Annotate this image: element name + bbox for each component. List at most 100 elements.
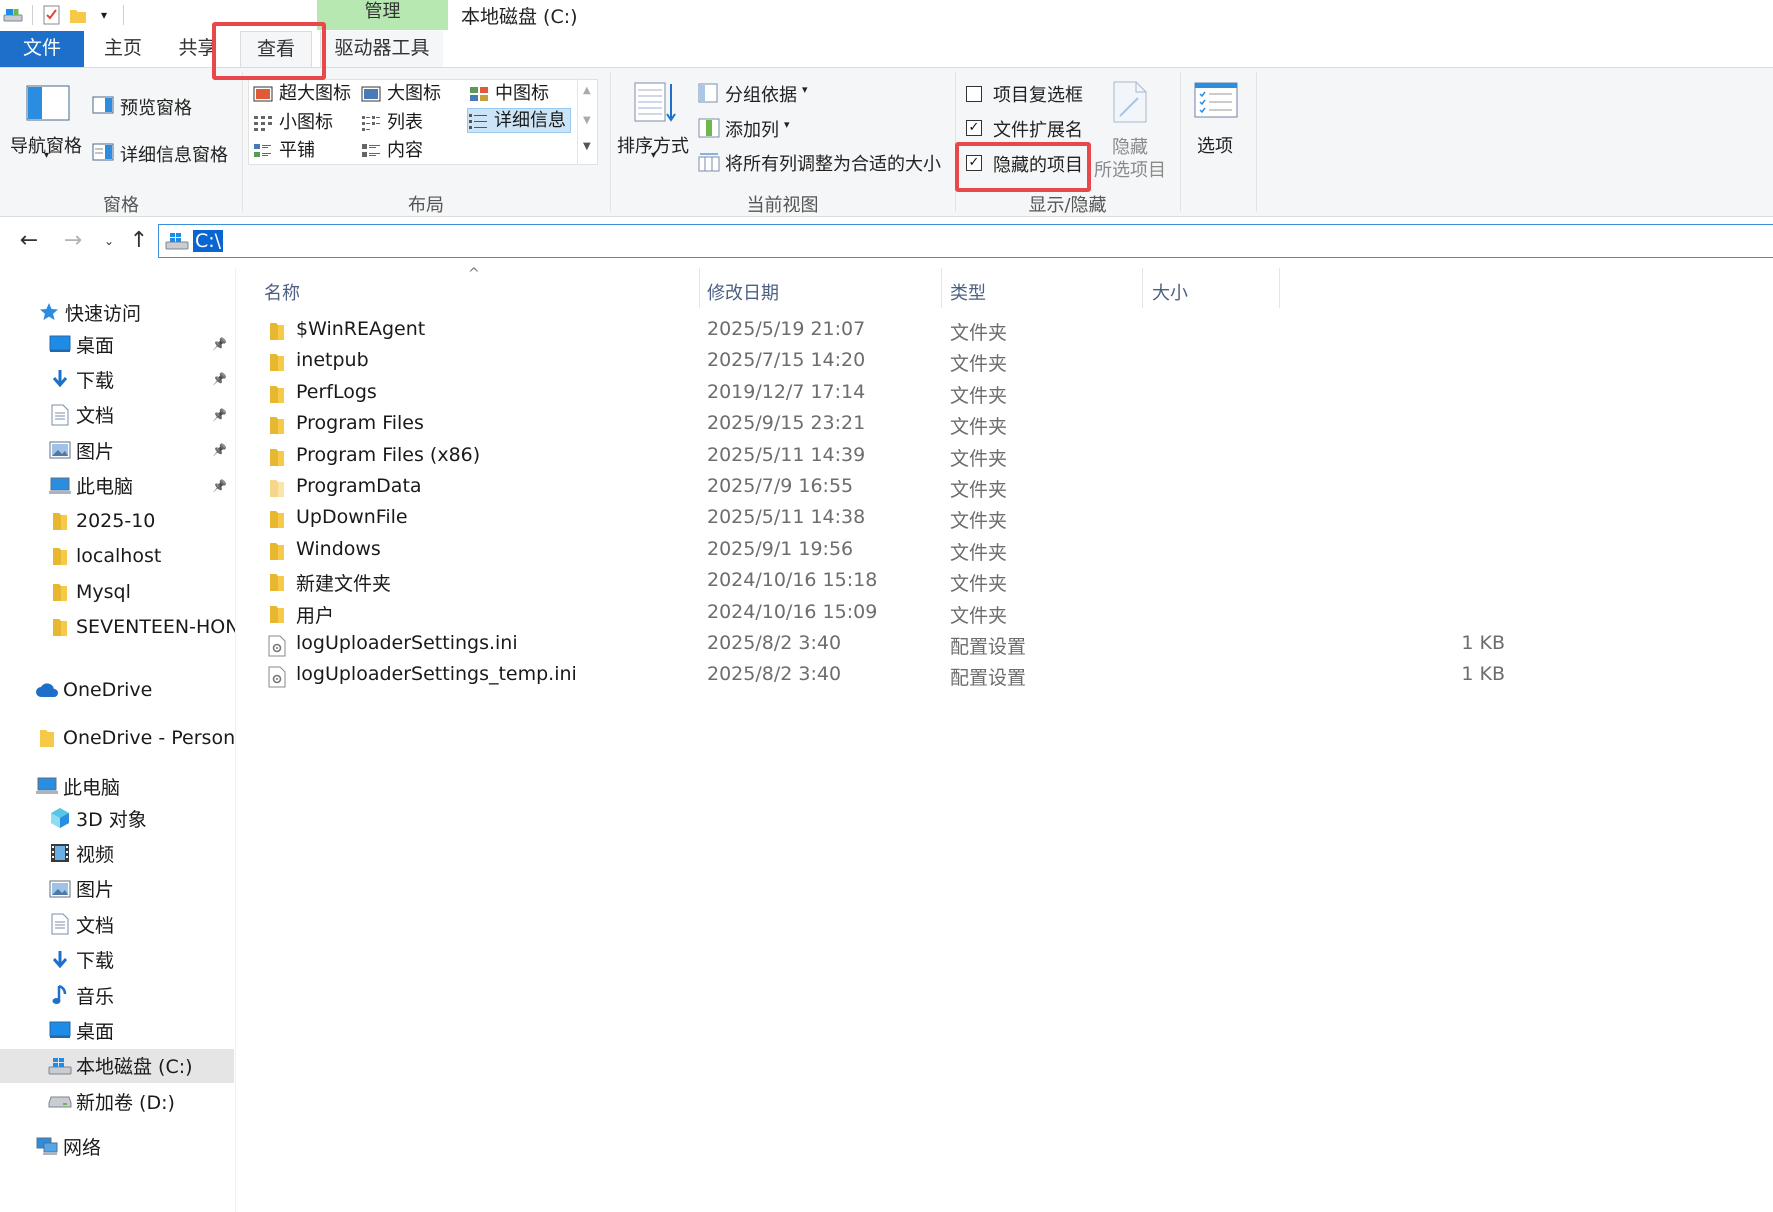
file-row[interactable]: Program Files (x86) 2025/5/11 14:39 文件夹 bbox=[240, 441, 1540, 473]
file-row[interactable]: ProgramData 2025/7/9 16:55 文件夹 bbox=[240, 472, 1540, 504]
file-modified-cell: 2024/10/16 15:18 bbox=[707, 569, 878, 592]
sidebar-item-onedrive-personal[interactable]: OneDrive - Personal bbox=[0, 721, 235, 755]
file-row[interactable]: Windows 2025/9/1 19:56 文件夹 bbox=[240, 535, 1540, 567]
layout-medium-icons[interactable]: 中图标 bbox=[469, 81, 549, 106]
customize-toolbar-icon[interactable]: ▾ bbox=[91, 2, 117, 28]
pin-icon[interactable]: 📌 bbox=[212, 408, 227, 422]
layout-large-icons[interactable]: 大图标 bbox=[361, 81, 441, 106]
column-header-type[interactable]: 类型 bbox=[950, 268, 1140, 308]
sidebar-item[interactable]: 此电脑 📌 bbox=[0, 469, 234, 503]
sort-by-icon[interactable] bbox=[633, 80, 677, 128]
file-row[interactable]: logUploaderSettings.ini 2025/8/2 3:40 配置设置… bbox=[240, 629, 1540, 661]
options-button[interactable]: 选项 bbox=[1197, 132, 1233, 158]
size-all-columns-button[interactable]: 将所有列调整为合适的大小 bbox=[725, 150, 941, 176]
file-name-cell: Windows bbox=[296, 537, 381, 560]
sidebar-item-onedrive[interactable]: OneDrive bbox=[0, 673, 234, 707]
file-row[interactable]: Program Files 2025/9/15 23:21 文件夹 bbox=[240, 409, 1540, 441]
sidebar-item[interactable]: 桌面 📌 bbox=[0, 327, 234, 361]
hide-selected-items-icon[interactable] bbox=[1112, 80, 1148, 128]
column-separator[interactable] bbox=[1142, 268, 1143, 308]
address-path[interactable]: C:\ bbox=[193, 230, 224, 252]
file-extensions-checkbox[interactable]: ✓ bbox=[966, 120, 982, 136]
file-row[interactable]: $WinREAgent 2025/5/19 21:07 文件夹 bbox=[240, 315, 1540, 347]
sidebar-item[interactable]: 下载 📌 bbox=[0, 362, 234, 396]
group-by-button[interactable]: 分组依据 bbox=[725, 81, 797, 107]
sidebar-item[interactable]: 文档 📌 bbox=[0, 398, 234, 432]
folder-icon bbox=[268, 541, 286, 561]
hide-selected-items-line2[interactable]: 所选项目 bbox=[1094, 156, 1166, 182]
sidebar-item[interactable]: localhost bbox=[0, 539, 234, 573]
pin-icon[interactable]: 📌 bbox=[212, 479, 227, 493]
layout-details[interactable]: 详细信息 bbox=[467, 108, 571, 133]
sidebar-item[interactable]: 图片 📌 bbox=[0, 433, 234, 467]
item-check-boxes-label[interactable]: 项目复选框 bbox=[993, 81, 1083, 107]
column-header-size[interactable]: 大小 bbox=[1152, 268, 1272, 308]
layout-list[interactable]: 列表 bbox=[361, 110, 423, 135]
up-button[interactable]: ↑ bbox=[124, 226, 154, 256]
navigation-pane-dropdown-icon[interactable]: ▾ bbox=[44, 150, 49, 161]
sidebar-item[interactable]: 视频 bbox=[0, 836, 234, 870]
file-row[interactable]: inetpub 2025/7/15 14:20 文件夹 bbox=[240, 346, 1540, 378]
tab-file[interactable]: 文件 bbox=[0, 31, 84, 67]
pin-icon[interactable]: 📌 bbox=[212, 372, 227, 386]
layout-tiles[interactable]: 平铺 bbox=[253, 138, 315, 163]
add-columns-dropdown-icon[interactable]: ▾ bbox=[784, 118, 790, 131]
tab-drive-tools[interactable]: 驱动器工具 bbox=[320, 31, 443, 67]
column-separator[interactable] bbox=[941, 268, 942, 308]
sidebar-item[interactable]: 文档 bbox=[0, 907, 234, 941]
sidebar-item-this-pc[interactable]: 此电脑 bbox=[0, 769, 234, 803]
file-row[interactable]: UpDownFile 2025/5/11 14:38 文件夹 bbox=[240, 503, 1540, 535]
column-separator[interactable] bbox=[1279, 268, 1280, 308]
layout-extra-large-icons[interactable]: 超大图标 bbox=[253, 81, 351, 106]
preview-pane-button[interactable]: 预览窗格 bbox=[120, 94, 192, 120]
layout-content[interactable]: 内容 bbox=[361, 138, 423, 163]
column-separator[interactable] bbox=[699, 268, 700, 308]
sidebar-item[interactable]: 图片 bbox=[0, 872, 234, 906]
pin-icon[interactable]: 📌 bbox=[212, 337, 227, 351]
file-row[interactable]: 用户 2024/10/16 15:09 文件夹 bbox=[240, 598, 1540, 630]
sidebar-item[interactable]: Mysql bbox=[0, 575, 234, 609]
item-check-boxes-checkbox[interactable] bbox=[966, 86, 982, 102]
options-icon[interactable] bbox=[1194, 82, 1238, 122]
new-folder-icon[interactable] bbox=[65, 2, 91, 28]
sort-by-dropdown-icon[interactable]: ▾ bbox=[651, 150, 656, 161]
forward-button[interactable]: → bbox=[58, 226, 88, 256]
address-bar[interactable]: C:\ bbox=[158, 224, 1773, 258]
sidebar-item[interactable]: 新加卷 (D:) bbox=[0, 1084, 234, 1118]
add-columns-button[interactable]: 添加列 bbox=[725, 116, 779, 142]
file-extensions-label[interactable]: 文件扩展名 bbox=[993, 116, 1083, 142]
details-pane-button[interactable]: 详细信息窗格 bbox=[120, 141, 228, 167]
column-header-name[interactable]: 名称 bbox=[264, 268, 704, 308]
tab-home[interactable]: 主页 bbox=[88, 31, 158, 67]
back-button[interactable]: ← bbox=[14, 226, 44, 256]
group-by-dropdown-icon[interactable]: ▾ bbox=[802, 83, 808, 96]
sidebar-item[interactable]: SEVENTEEN-HONOR bbox=[0, 610, 235, 644]
layout-small-icons[interactable]: 小图标 bbox=[253, 110, 333, 135]
properties-icon[interactable] bbox=[39, 2, 65, 28]
expand-gallery-icon[interactable]: ▼ bbox=[583, 141, 591, 152]
navigation-pane-icon[interactable] bbox=[26, 85, 70, 125]
sidebar-item[interactable]: 3D 对象 bbox=[0, 801, 234, 835]
recent-locations-dropdown[interactable]: ⌄ bbox=[94, 226, 124, 256]
size-columns-icon[interactable] bbox=[698, 152, 720, 176]
sidebar-item[interactable]: 音乐 bbox=[0, 978, 234, 1012]
column-header-modified[interactable]: 修改日期 bbox=[707, 268, 917, 308]
sidebar-item-quick-access[interactable]: 快速访问 bbox=[0, 295, 234, 329]
sidebar-item[interactable]: 2025-10 bbox=[0, 504, 234, 538]
layout-gallery-scroll[interactable]: ▲ ▼ ▼ bbox=[577, 79, 597, 165]
scroll-up-icon[interactable]: ▲ bbox=[583, 85, 591, 96]
add-columns-icon[interactable] bbox=[698, 118, 720, 142]
details-pane-icon[interactable] bbox=[92, 143, 114, 165]
group-by-icon[interactable] bbox=[698, 83, 718, 107]
sidebar-item-network[interactable]: 网络 bbox=[0, 1129, 234, 1163]
file-row[interactable]: 新建文件夹 2024/10/16 15:18 文件夹 bbox=[240, 566, 1540, 598]
drive-icon[interactable] bbox=[0, 2, 26, 28]
file-row[interactable]: logUploaderSettings_temp.ini 2025/8/2 3:4… bbox=[240, 660, 1540, 692]
pin-icon[interactable]: 📌 bbox=[212, 443, 227, 457]
sidebar-item[interactable]: 桌面 bbox=[0, 1013, 234, 1047]
file-row[interactable]: PerfLogs 2019/12/7 17:14 文件夹 bbox=[240, 378, 1540, 410]
preview-pane-icon[interactable] bbox=[92, 96, 114, 118]
sidebar-item[interactable]: 本地磁盘 (C:) bbox=[0, 1048, 234, 1083]
sidebar-item[interactable]: 下载 bbox=[0, 943, 234, 977]
scroll-down-icon[interactable]: ▼ bbox=[583, 115, 591, 126]
